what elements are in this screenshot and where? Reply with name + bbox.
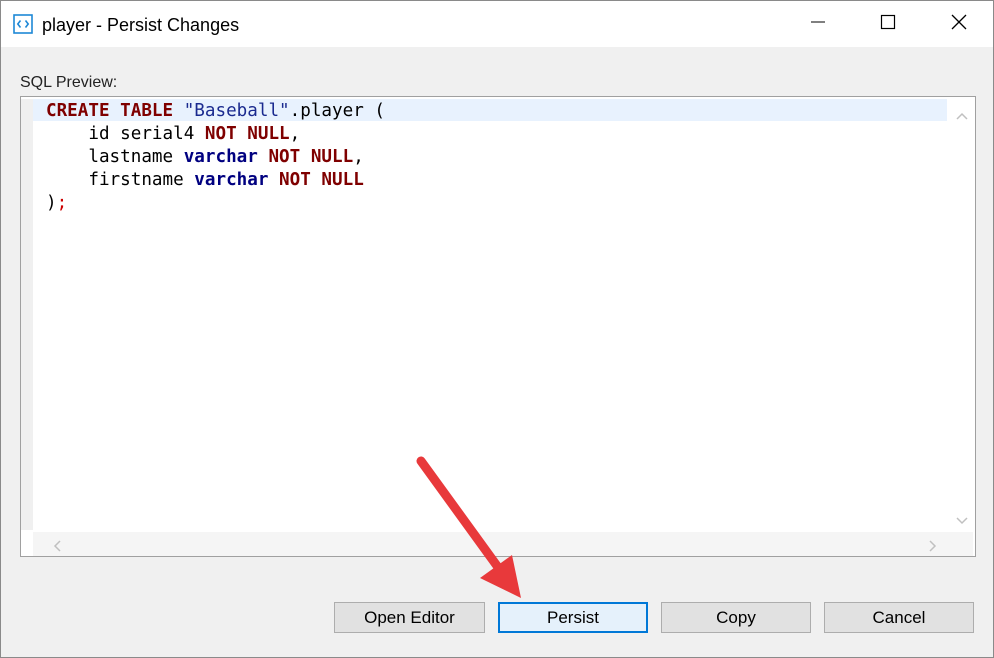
minimize-icon	[810, 14, 826, 35]
code-token: NULL	[321, 170, 364, 190]
sql-preview-label: SQL Preview:	[20, 74, 118, 91]
open-editor-button[interactable]: Open Editor	[334, 602, 485, 633]
code-line: id serial4 NOT NULL,	[46, 124, 300, 144]
code-token: ,	[289, 124, 301, 144]
close-button[interactable]	[936, 1, 982, 47]
sql-preview-panel: CREATE TABLE "Baseball".player ( id seri…	[20, 96, 976, 557]
code-token: varchar	[183, 147, 258, 167]
sql-editor[interactable]: CREATE TABLE "Baseball".player ( id seri…	[33, 99, 947, 530]
code-line: CREATE TABLE "Baseball".player (	[46, 101, 385, 121]
code-token: .player (	[289, 101, 385, 121]
title-bar[interactable]: player - Persist Changes	[1, 1, 993, 47]
sql-code[interactable]: CREATE TABLE "Baseball".player ( id seri…	[46, 100, 385, 215]
code-token: id serial4	[46, 124, 205, 144]
scroll-up-icon[interactable]	[956, 107, 968, 125]
code-token: lastname	[46, 147, 184, 167]
code-token: NOT	[268, 147, 301, 167]
copy-button[interactable]: Copy	[661, 602, 811, 633]
maximize-button[interactable]	[865, 1, 911, 47]
code-token: NULL	[247, 124, 290, 144]
code-token: TABLE	[120, 101, 174, 121]
code-token: ;	[56, 193, 68, 213]
horizontal-scrollbar[interactable]	[33, 532, 973, 556]
minimize-button[interactable]	[795, 1, 841, 47]
vertical-scrollbar[interactable]	[949, 99, 975, 530]
close-icon	[951, 14, 967, 35]
maximize-icon	[880, 14, 896, 35]
cancel-button[interactable]: Cancel	[824, 602, 974, 633]
code-line: );	[46, 193, 67, 213]
code-token: varchar	[194, 170, 269, 190]
code-token: NOT	[204, 124, 237, 144]
code-line: firstname varchar NOT NULL	[46, 170, 364, 190]
code-token: ,	[353, 147, 364, 167]
scroll-down-icon[interactable]	[956, 512, 968, 530]
code-token: NULL	[310, 147, 354, 167]
window-title: player - Persist Changes	[42, 15, 240, 35]
persist-button[interactable]: Persist	[498, 602, 648, 633]
code-token: NOT	[279, 170, 311, 190]
persist-changes-dialog: player - Persist Changes SQL Preview: CR…	[0, 0, 994, 658]
code-line: lastname varchar NOT NULL,	[46, 147, 364, 167]
code-token: firstname	[46, 170, 195, 190]
editor-gutter	[21, 99, 33, 530]
code-token: CREATE	[46, 101, 110, 121]
scroll-left-icon[interactable]	[53, 539, 61, 557]
code-brackets-icon	[13, 14, 33, 34]
code-token: )	[46, 193, 57, 213]
scroll-right-icon[interactable]	[929, 539, 937, 557]
code-token: "Baseball"	[183, 101, 290, 121]
